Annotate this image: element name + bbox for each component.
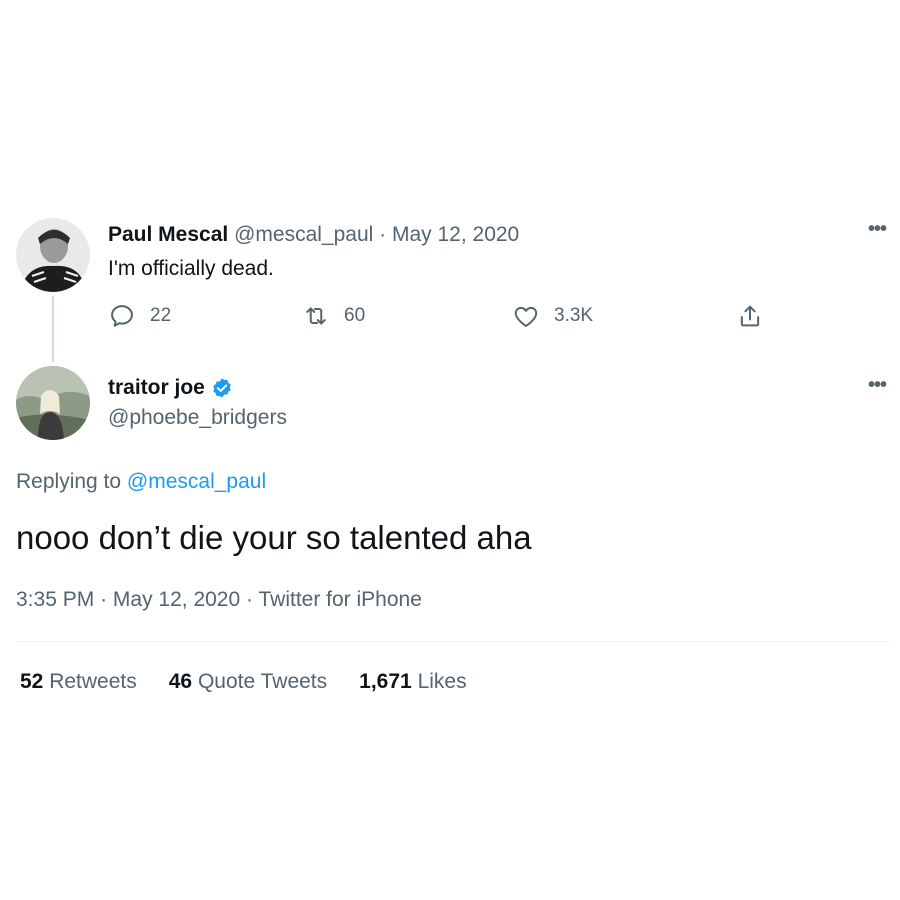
verified-badge-icon: [213, 378, 231, 398]
like-button[interactable]: 3.3K: [512, 302, 593, 330]
retweets-label: Retweets: [49, 670, 137, 693]
avatar[interactable]: [16, 366, 90, 440]
tweet-date[interactable]: May 12, 2020: [392, 223, 519, 246]
more-horizontal-icon[interactable]: •••: [868, 375, 887, 395]
parent-tweet-header: Paul Mescal @mescal_paul · May 12, 2020: [108, 222, 519, 248]
reply-count: 22: [150, 305, 172, 326]
retweets-count: 52: [20, 670, 44, 693]
retweet-count: 60: [344, 305, 366, 326]
thread-line: [52, 296, 54, 362]
reply-icon: [111, 305, 133, 327]
retweet-button[interactable]: 60: [302, 302, 365, 330]
separator: ·: [246, 588, 254, 611]
engagement-stats: 52 Retweets 46 Quote Tweets 1,671 Likes: [20, 670, 467, 694]
tweet-date[interactable]: May 12, 2020: [113, 588, 240, 611]
avatar[interactable]: [16, 218, 90, 292]
likes-label: Likes: [417, 670, 467, 693]
replying-to: Replying to @mescal_paul: [16, 470, 266, 494]
quote-tweets-stat[interactable]: 46 Quote Tweets: [169, 670, 327, 694]
parent-tweet[interactable]: Paul Mescal @mescal_paul · May 12, 2020 …: [16, 214, 887, 364]
share-icon: [740, 305, 760, 327]
share-button[interactable]: [736, 302, 764, 330]
tweet-source[interactable]: Twitter for iPhone: [258, 588, 421, 611]
likes-stat[interactable]: 1,671 Likes: [359, 670, 466, 694]
tweet-time[interactable]: 3:35 PM: [16, 588, 94, 611]
like-count: 3.3K: [554, 305, 594, 326]
tweet-text: I'm officially dead.: [108, 257, 274, 280]
likes-count: 1,671: [359, 670, 412, 693]
reply-button[interactable]: 22: [108, 302, 171, 330]
display-name[interactable]: traitor joe: [108, 376, 233, 400]
display-name[interactable]: Paul Mescal: [108, 223, 228, 246]
replying-prefix: Replying to: [16, 470, 122, 493]
tweet-actions: 22 60 3.3K: [108, 302, 788, 332]
divider: [16, 641, 890, 642]
heart-icon: [514, 306, 538, 327]
separator: ·: [100, 588, 108, 611]
tweet-text: nooo don’t die your so talented aha: [16, 519, 532, 556]
more-horizontal-icon[interactable]: •••: [868, 219, 887, 239]
retweets-stat[interactable]: 52 Retweets: [20, 670, 137, 694]
handle[interactable]: @phoebe_bridgers: [108, 406, 287, 430]
retweet-icon: [306, 307, 326, 325]
separator: ·: [379, 223, 387, 246]
tweet-meta: 3:35 PM · May 12, 2020 · Twitter for iPh…: [16, 588, 422, 612]
quote-label: Quote Tweets: [197, 670, 328, 693]
display-name-text[interactable]: traitor joe: [108, 376, 205, 400]
handle[interactable]: @mescal_paul: [234, 223, 373, 246]
quote-count: 46: [168, 670, 193, 693]
replying-handle-link[interactable]: @mescal_paul: [127, 470, 266, 493]
